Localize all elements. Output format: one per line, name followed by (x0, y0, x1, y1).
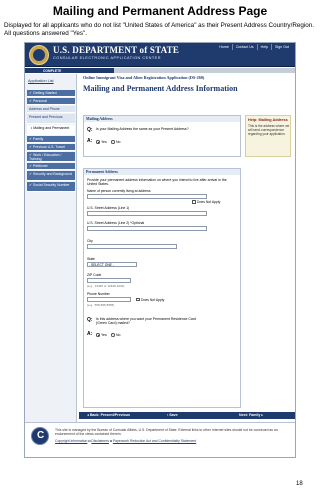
ceac-logo-icon: C (31, 427, 49, 445)
slide-title: Mailing and Permanent Address Page (52, 4, 268, 18)
copyright-link[interactable]: Copyright Information (55, 439, 87, 443)
mailing-question: Is your Mailing Address the same as your… (96, 127, 189, 131)
mailing-no-label: No (116, 139, 121, 144)
name-label: Name of person currently living at addre… (87, 189, 151, 193)
sidebar-item-address-phone[interactable]: Address and Phone (27, 106, 75, 113)
form-title: Online Immigrant Visa and Alien Registra… (83, 75, 205, 80)
permanent-address-box: Permanent Address Provide your permanent… (83, 168, 241, 408)
zip-label: ZIP Code (87, 273, 102, 277)
help-panel: Help: Mailing Address This is the addres… (245, 115, 291, 157)
back-button[interactable]: ◂ Back: Present/Previous (87, 413, 130, 417)
mailing-yes-label: Yes (101, 139, 107, 144)
name-does-not-apply-label: Does Not Apply (197, 200, 221, 204)
phone-label: Phone Number (87, 292, 110, 296)
mailing-yes-radio[interactable] (96, 140, 100, 144)
sidebar-item-work-education[interactable]: ✔Work / Education / Training (27, 152, 75, 162)
permanent-intro: Provide your permanent address informati… (87, 178, 227, 187)
street1-label: U.S. Street Address (Line 1) (87, 206, 130, 210)
city-label: City (87, 239, 93, 243)
zip-input[interactable] (87, 278, 131, 283)
green-card-no-label: No (116, 332, 121, 337)
application-screenshot: U.S. DEPARTMENT of STATE CONSULAR ELECTR… (24, 42, 296, 458)
city-input[interactable] (87, 244, 177, 249)
disclaimers-link[interactable]: Disclaimers (91, 439, 109, 443)
street2-input[interactable] (87, 226, 207, 231)
department-seal-icon (29, 45, 49, 65)
nav-sign-out[interactable]: Sign Out (271, 44, 292, 50)
help-text: This is the address where we will send c… (248, 124, 290, 137)
phone-does-not-apply-label: Does Not Apply (141, 297, 165, 302)
phone-does-not-apply-checkbox[interactable] (136, 297, 140, 301)
sidebar-item-security-background[interactable]: ✔Security and Background (27, 171, 75, 181)
sidebar-item-mailing-permanent[interactable]: • Mailing and Permanent (27, 125, 75, 135)
department-name: U.S. DEPARTMENT of STATE (53, 45, 180, 55)
phone-hint: (e.g., 555-555-5555) (87, 303, 115, 307)
state-select[interactable]: - SELECT ONE - (87, 262, 137, 267)
nav-help[interactable]: Help (256, 44, 271, 50)
answer-label: A: (87, 331, 93, 337)
answer-label: A: (87, 138, 93, 144)
nav-home[interactable]: Home (216, 44, 232, 50)
sidebar-item-previous-travel[interactable]: ✔Previous U.S. Travel (27, 144, 75, 151)
question-label: Q: (87, 317, 93, 323)
name-does-not-apply-checkbox[interactable] (192, 200, 196, 204)
permanent-address-header: Permanent Address (84, 169, 240, 175)
navigation-button-bar: ◂ Back: Present/Previous ▪ Save Next: Fa… (79, 412, 295, 419)
section-title: Mailing and Permanent Address Informatio… (83, 84, 238, 93)
sidebar-item-present-previous[interactable]: Present and Previous (27, 114, 75, 124)
top-nav: Home Contact Us Help Sign Out (216, 44, 292, 50)
mailing-no-radio[interactable] (111, 140, 115, 144)
help-title: Help: Mailing Address (248, 118, 288, 122)
site-header: U.S. DEPARTMENT of STATE CONSULAR ELECTR… (25, 43, 295, 67)
green-card-no-radio[interactable] (111, 333, 115, 337)
save-button[interactable]: ▪ Save (167, 413, 178, 417)
slide-page: Mailing and Permanent Address Page Displ… (0, 0, 320, 495)
zip-hint: (e.g., 12345 or 12345-1234) (87, 284, 125, 288)
green-card-question: Is this address where you want your Perm… (96, 317, 196, 326)
slide-description: Displayed for all applicants who do not … (4, 22, 315, 37)
person-name-input[interactable] (87, 194, 207, 199)
main-content: Online Immigrant Visa and Alien Registra… (79, 74, 295, 457)
sidebar-item-personal[interactable]: ✔Personal (27, 98, 75, 105)
footer-text: This site is managed by the Bureau of Co… (55, 428, 278, 437)
sidebar-item-family[interactable]: ✔Family (27, 136, 75, 143)
application-list-link[interactable]: Application List (28, 79, 54, 83)
mailing-address-box: Mailing Address Q: Is your Mailing Addre… (83, 115, 241, 157)
footer-links: Copyright Information ◘ Disclaimers ◘ Pa… (55, 439, 197, 443)
ceac-subtitle: CONSULAR ELECTRONIC APPLICATION CENTER (53, 56, 161, 60)
state-label: State (87, 257, 95, 261)
sidebar-item-ssn[interactable]: ✔Social Security Number (27, 182, 75, 192)
street2-label: U.S. Street Address (Line 2) *Optional (87, 221, 145, 225)
next-button[interactable]: Next: Family ▸ (239, 413, 263, 417)
sidebar: Application List ✔Getting Started ✔Perso… (25, 74, 77, 457)
paperwork-link[interactable]: Paperwork Reduction Act and Confidential… (113, 439, 196, 443)
green-card-yes-radio[interactable] (96, 333, 100, 337)
green-card-yes-label: Yes (101, 332, 107, 337)
sidebar-item-getting-started[interactable]: ✔Getting Started (27, 90, 75, 97)
progress-fill (25, 68, 115, 73)
street1-input[interactable] (87, 211, 207, 216)
phone-input[interactable] (87, 297, 131, 302)
sidebar-item-petitioner[interactable]: ✔Petitioner (27, 163, 75, 170)
question-label: Q: (87, 127, 93, 133)
progress-bar: COMPLETE (25, 68, 295, 73)
page-number: 18 (296, 481, 303, 487)
progress-step-complete: COMPLETE (43, 68, 62, 73)
site-footer: C This site is managed by the Bureau of … (25, 422, 295, 457)
mailing-address-header: Mailing Address (84, 116, 240, 122)
nav-contact-us[interactable]: Contact Us (231, 44, 257, 50)
